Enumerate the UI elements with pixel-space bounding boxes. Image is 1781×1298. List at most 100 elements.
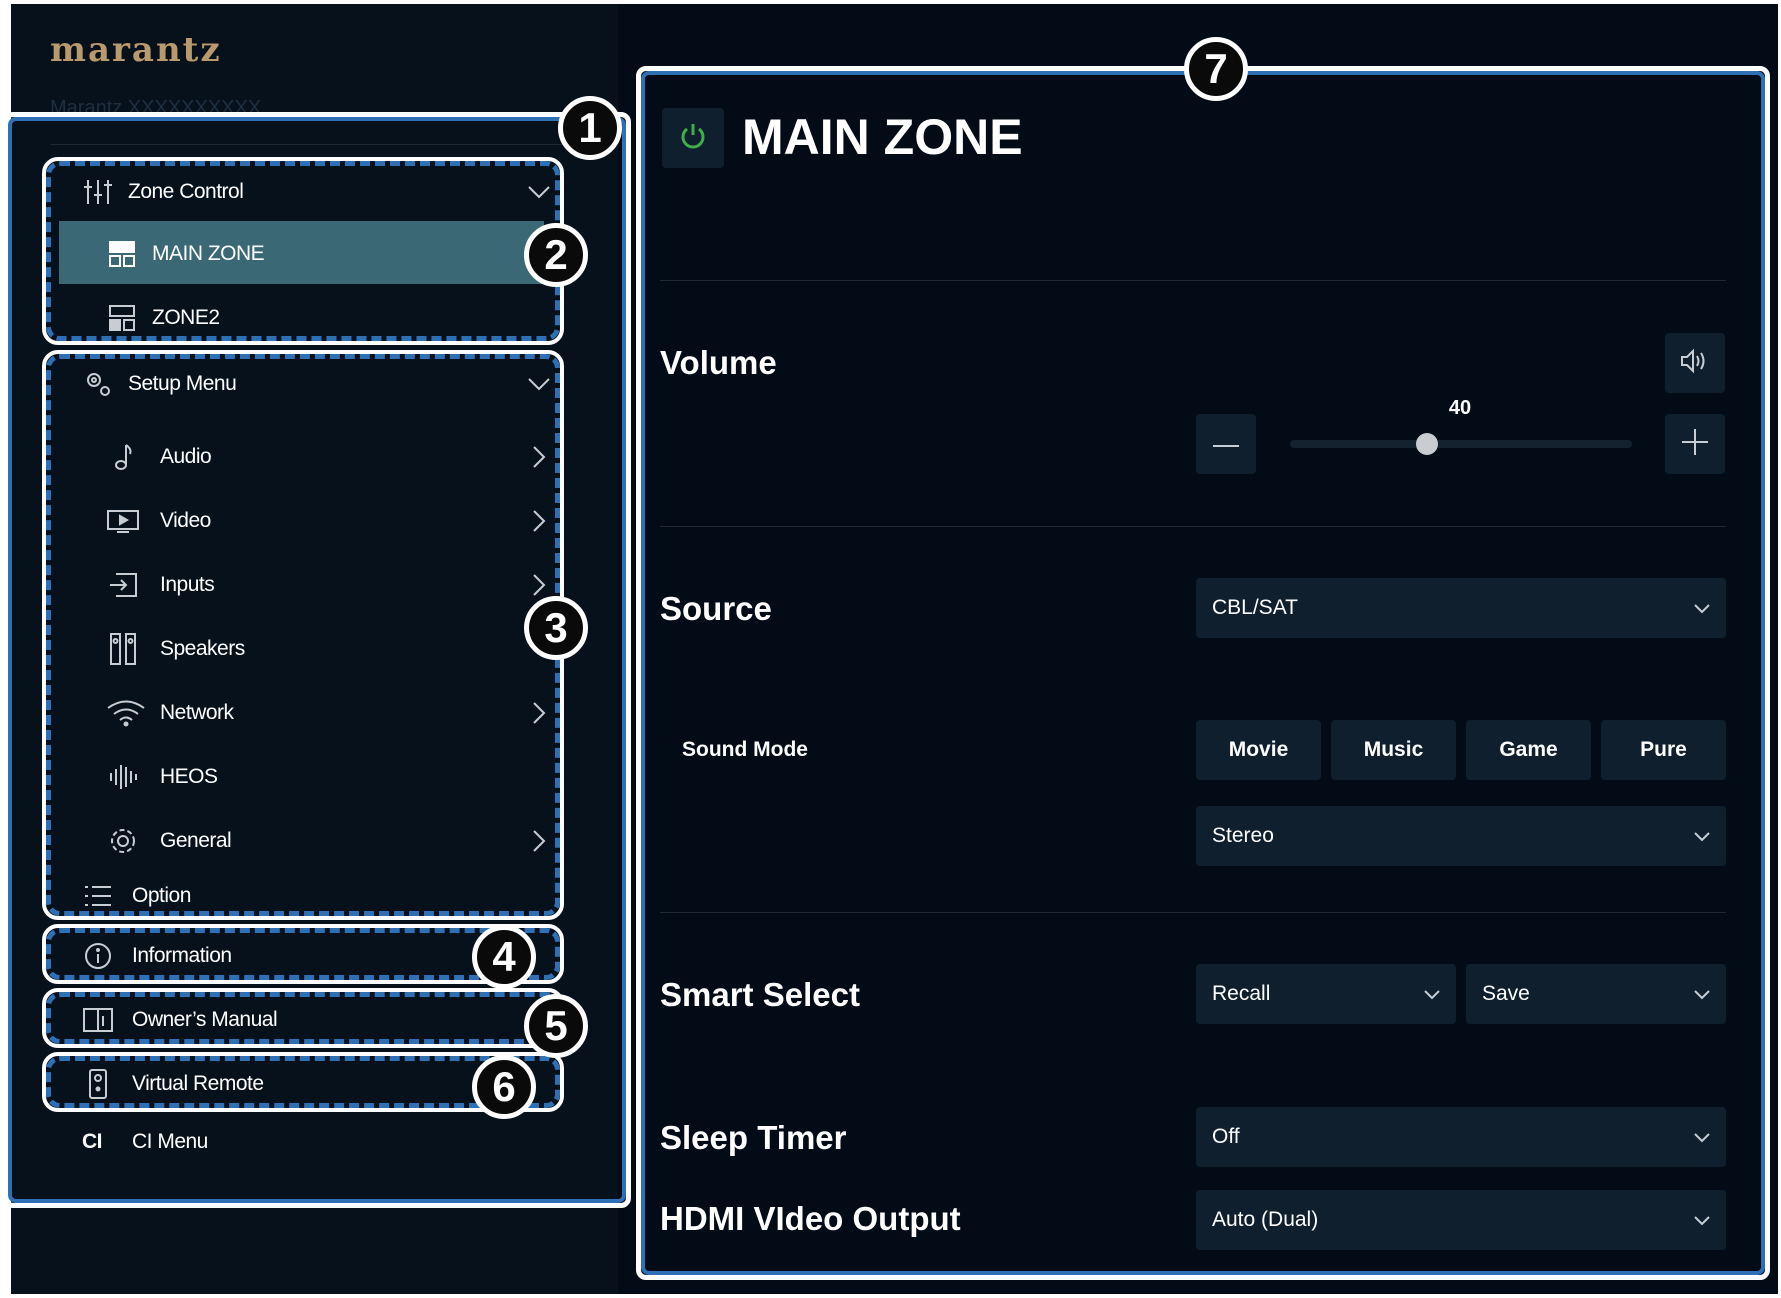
setup-menu-header[interactable]: Setup Menu bbox=[82, 364, 552, 404]
callout-badge-6: 6 bbox=[472, 1055, 536, 1119]
zone-control-label: Zone Control bbox=[128, 180, 244, 203]
information-label: Information bbox=[132, 944, 232, 967]
chevron-right-icon bbox=[526, 444, 552, 470]
hdmi-output-label: HDMI VIdeo Output bbox=[660, 1200, 961, 1237]
page-title: MAIN ZONE bbox=[742, 109, 1023, 165]
chevron-down-icon bbox=[1694, 982, 1710, 1006]
sidebar-item-zone2[interactable]: ZONE2 bbox=[108, 296, 528, 340]
sound-mode-value: Stereo bbox=[1212, 824, 1274, 847]
sidebar-item-network[interactable]: Network bbox=[106, 681, 552, 745]
sound-mode-game-button[interactable]: Game bbox=[1466, 720, 1591, 780]
chevron-down-icon bbox=[1694, 1125, 1710, 1149]
source-dropdown[interactable]: CBL/SAT bbox=[1196, 578, 1726, 638]
chevron-right-icon bbox=[526, 700, 552, 726]
zone2-label: ZONE2 bbox=[152, 306, 220, 329]
sound-mode-music-button[interactable]: Music bbox=[1331, 720, 1456, 780]
speakers-label: Speakers bbox=[160, 637, 245, 660]
sidebar-item-speakers[interactable]: Speakers bbox=[106, 617, 552, 681]
chevron-down-icon bbox=[526, 179, 552, 205]
marantz-logo: marantz bbox=[50, 30, 222, 70]
sleep-timer-value: Off bbox=[1212, 1125, 1240, 1148]
gear-icon bbox=[106, 824, 140, 858]
callout-badge-2: 2 bbox=[524, 223, 588, 287]
chevron-right-icon bbox=[526, 508, 552, 534]
speakers-icon bbox=[106, 632, 140, 666]
volume-slider-thumb[interactable] bbox=[1415, 433, 1438, 455]
volume-value: 40 bbox=[1448, 397, 1472, 419]
sound-mode-label: Sound Mode bbox=[682, 738, 808, 761]
volume-up-button[interactable] bbox=[1665, 414, 1725, 474]
sound-mode-movie-button[interactable]: Movie bbox=[1196, 720, 1321, 780]
option-label: Option bbox=[132, 884, 191, 907]
info-icon bbox=[82, 940, 114, 972]
hdmi-output-dropdown[interactable]: Auto (Dual) bbox=[1196, 1190, 1726, 1250]
chevron-right-icon bbox=[526, 572, 552, 598]
sidebar-item-ci-menu[interactable]: CI CI Menu bbox=[82, 1124, 482, 1160]
sidebar-item-audio[interactable]: Audio bbox=[106, 425, 552, 489]
callout-badge-1: 1 bbox=[558, 96, 622, 160]
book-icon bbox=[82, 1004, 114, 1036]
video-icon bbox=[106, 504, 140, 538]
save-label: Save bbox=[1482, 982, 1530, 1005]
owners-manual-label: Owner’s Manual bbox=[132, 1008, 278, 1031]
sleep-timer-label: Sleep Timer bbox=[660, 1119, 847, 1156]
chevron-down-icon bbox=[1424, 982, 1440, 1006]
source-value: CBL/SAT bbox=[1212, 596, 1298, 619]
zone-icon bbox=[108, 240, 136, 268]
volume-label: Volume bbox=[660, 344, 777, 381]
source-label: Source bbox=[660, 590, 772, 627]
smart-select-label: Smart Select bbox=[660, 976, 860, 1013]
callout-badge-5: 5 bbox=[524, 994, 588, 1058]
wifi-icon bbox=[106, 696, 146, 730]
ci-icon: CI bbox=[82, 1130, 103, 1153]
power-icon bbox=[678, 121, 708, 156]
sidebar-item-inputs[interactable]: Inputs bbox=[106, 553, 552, 617]
callout-7-frame bbox=[636, 66, 1770, 1280]
chevron-down-icon bbox=[526, 371, 552, 397]
network-label: Network bbox=[160, 701, 234, 724]
sidebar-item-option[interactable]: Option bbox=[82, 876, 482, 916]
ci-menu-label: CI Menu bbox=[132, 1130, 208, 1153]
heos-label: HEOS bbox=[160, 765, 218, 788]
power-button[interactable] bbox=[662, 108, 724, 168]
sound-mode-pure-button[interactable]: Pure bbox=[1601, 720, 1726, 780]
main-zone-label: MAIN ZONE bbox=[152, 242, 265, 265]
callout-badge-4: 4 bbox=[472, 925, 536, 989]
callout-badge-7: 7 bbox=[1184, 37, 1248, 101]
sidebar-item-owners-manual[interactable]: Owner’s Manual bbox=[82, 1002, 482, 1038]
inputs-label: Inputs bbox=[160, 573, 215, 596]
volume-slider-track[interactable] bbox=[1290, 440, 1632, 448]
smart-select-recall-dropdown[interactable]: Recall bbox=[1196, 964, 1456, 1024]
sidebar-item-heos[interactable]: HEOS bbox=[106, 745, 552, 809]
speaker-volume-icon bbox=[1680, 348, 1710, 379]
heos-icon bbox=[106, 760, 140, 794]
volume-down-button[interactable] bbox=[1196, 414, 1256, 474]
zone2-icon bbox=[108, 304, 136, 332]
general-label: General bbox=[160, 829, 232, 852]
list-icon bbox=[82, 880, 114, 912]
sidebar-item-video[interactable]: Video bbox=[106, 489, 552, 553]
minus-icon bbox=[1213, 435, 1239, 453]
chevron-down-icon bbox=[1694, 596, 1710, 620]
inputs-icon bbox=[106, 568, 140, 602]
sleep-timer-dropdown[interactable]: Off bbox=[1196, 1107, 1726, 1167]
chevron-down-icon bbox=[1694, 1208, 1710, 1232]
sidebar-item-main-zone[interactable]: MAIN ZONE bbox=[108, 232, 528, 276]
sound-mode-dropdown[interactable]: Stereo bbox=[1196, 806, 1726, 866]
recall-label: Recall bbox=[1212, 982, 1271, 1005]
sliders-icon bbox=[82, 176, 114, 208]
chevron-right-icon bbox=[526, 828, 552, 854]
virtual-remote-label: Virtual Remote bbox=[132, 1072, 264, 1095]
sidebar-item-general[interactable]: General bbox=[106, 809, 552, 873]
sidebar-item-virtual-remote[interactable]: Virtual Remote bbox=[82, 1066, 482, 1102]
callout-badge-3: 3 bbox=[524, 596, 588, 660]
smart-select-save-dropdown[interactable]: Save bbox=[1466, 964, 1726, 1024]
audio-label: Audio bbox=[160, 445, 212, 468]
sidebar-item-information[interactable]: Information bbox=[82, 938, 482, 974]
mute-button[interactable] bbox=[1665, 333, 1725, 393]
hdmi-output-value: Auto (Dual) bbox=[1212, 1208, 1319, 1231]
plus-icon bbox=[1682, 428, 1708, 460]
setup-menu-label: Setup Menu bbox=[128, 372, 237, 395]
setup-menu-list: Audio Video Inputs Speakers Network HEOS… bbox=[106, 425, 552, 873]
zone-control-header[interactable]: Zone Control bbox=[82, 172, 552, 212]
